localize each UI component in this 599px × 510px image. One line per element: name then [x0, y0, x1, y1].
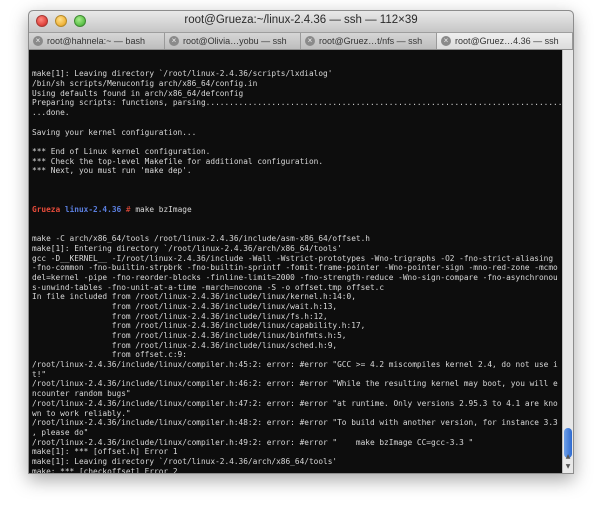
tab-hahnela-bash[interactable]: × root@hahnela:~ — bash	[29, 33, 165, 49]
terminal-line: , please do"	[32, 427, 89, 437]
prompt-line: Grueza linux-2.4.36 # make bzImage	[32, 205, 560, 215]
terminal-line: make[1]: Entering directory `/root/linux…	[32, 243, 342, 253]
terminal-line: In file included from /root/linux-2.4.36…	[32, 292, 356, 302]
terminal-line: Using defaults found in arch/x86_64/defc…	[32, 88, 244, 98]
output-block-before: make[1]: Leaving directory `/root/linux-…	[32, 69, 563, 186]
terminal-line: from /root/linux-2.4.36/include/linux/wa…	[32, 301, 338, 311]
terminal-line: from offset.c:9:	[32, 350, 187, 360]
terminal-line: *** Check the top-level Makefile for add…	[32, 156, 324, 166]
close-icon[interactable]: ×	[305, 36, 315, 46]
terminal-line: s-unwind-tables -fno-unit-at-a-time -mar…	[32, 282, 385, 292]
terminal-line: del=kernel -pipe -fno-reorder-blocks -fi…	[32, 272, 558, 282]
prompt-cwd: linux-2.4.36	[64, 205, 122, 215]
tab-olivia-ssh[interactable]: × root@Olivia…yobu — ssh	[165, 33, 301, 49]
terminal-line: make[1]: *** [offset.h] Error 1	[32, 447, 178, 457]
terminal-line: gcc -D__KERNEL__ -I/root/linux-2.4.36/in…	[32, 253, 554, 263]
terminal-line: -fno-common -fno-builtin-strpbrk -fno-bu…	[32, 263, 558, 273]
prompt-host: Grueza	[32, 205, 61, 215]
terminal-line: /root/linux-2.4.36/include/linux/compile…	[32, 360, 558, 370]
terminal-line: Saving your kernel configuration...	[32, 127, 197, 137]
terminal-line: ncounter random bugs"	[32, 389, 131, 399]
terminal-line: t!"	[32, 369, 47, 379]
terminal-line: /bin/sh scripts/Menuconfig arch/x86_64/c…	[32, 79, 258, 89]
tab-grueza-linux-ssh[interactable]: × root@Gruez…4.36 — ssh	[437, 33, 573, 49]
tab-label: root@Gruez…4.36 — ssh	[455, 36, 559, 46]
tab-label: root@hahnela:~ — bash	[47, 36, 145, 46]
scroll-up-arrow-icon[interactable]: ▲	[563, 452, 573, 462]
terminal-line: make[1]: Leaving directory `/root/linux-…	[32, 456, 338, 466]
title-bar[interactable]: root@Grueza:~/linux-2.4.36 — ssh — 112×3…	[29, 11, 573, 33]
close-icon[interactable]: ×	[33, 36, 43, 46]
scroll-down-arrow-icon[interactable]: ▼	[563, 462, 573, 472]
terminal-line: /root/linux-2.4.36/include/linux/compile…	[32, 379, 558, 389]
terminal-line: ...done.	[32, 108, 70, 118]
window-title: root@Grueza:~/linux-2.4.36 — ssh — 112×3…	[184, 14, 418, 26]
terminal-line: /root/linux-2.4.36/include/linux/compile…	[32, 418, 558, 428]
terminal-line: make[1]: Leaving directory `/root/linux-…	[32, 69, 333, 79]
terminal-line: make: *** [checkoffset] Error 2	[32, 466, 178, 473]
terminal-line: *** End of Linux kernel configuration.	[32, 146, 211, 156]
terminal-line: from /root/linux-2.4.36/include/linux/ca…	[32, 321, 366, 331]
tab-label: root@Gruez…t/nfs — ssh	[319, 36, 423, 46]
prompt-symbol: #	[125, 205, 131, 215]
terminal-line: /root/linux-2.4.36/include/linux/compile…	[32, 437, 474, 447]
tab-grueza-nfs-ssh[interactable]: × root@Gruez…t/nfs — ssh	[301, 33, 437, 49]
tab-label: root@Olivia…yobu — ssh	[183, 36, 287, 46]
prompt-command: make bzImage	[135, 205, 192, 215]
close-icon[interactable]: ×	[441, 36, 451, 46]
terminal-output[interactable]: make[1]: Leaving directory `/root/linux-…	[29, 50, 563, 473]
terminal-window: root@Grueza:~/linux-2.4.36 — ssh — 112×3…	[28, 10, 574, 474]
terminal-line: from /root/linux-2.4.36/include/linux/sc…	[32, 340, 338, 350]
terminal-line: Preparing scripts: functions, parsing...…	[32, 98, 563, 108]
terminal-line: make -C arch/x86_64/tools /root/linux-2.…	[32, 234, 370, 244]
vertical-scrollbar[interactable]: ▲ ▼	[562, 50, 573, 473]
close-icon[interactable]: ×	[169, 36, 179, 46]
tab-bar: × root@hahnela:~ — bash × root@Olivia…yo…	[29, 33, 573, 50]
terminal-line: from /root/linux-2.4.36/include/linux/fs…	[32, 311, 328, 321]
terminal-line: from /root/linux-2.4.36/include/linux/bi…	[32, 331, 347, 341]
output-block-after: make -C arch/x86_64/tools /root/linux-2.…	[32, 234, 560, 473]
terminal-line: *** Next, you must run 'make dep'.	[32, 166, 192, 176]
terminal-line: /root/linux-2.4.36/include/linux/compile…	[32, 398, 558, 408]
terminal-line: wn to work reliably."	[32, 408, 131, 418]
